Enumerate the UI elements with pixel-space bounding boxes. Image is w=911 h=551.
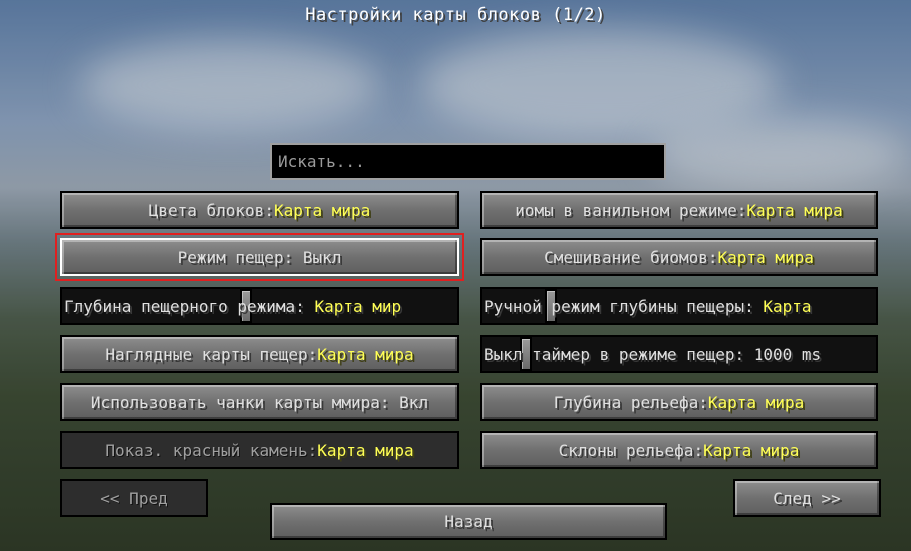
- screen-title: Настройки карты блоков (1/2): [305, 5, 606, 25]
- show-redstone-value: Карта мира: [317, 440, 414, 460]
- visual-cave-maps-label: Наглядные карты пещер:: [105, 344, 318, 364]
- block-colors-label: Цвета блоков:: [148, 200, 274, 220]
- biome-blending-value: Карта мира: [717, 247, 814, 267]
- use-world-map-chunks-button[interactable]: Использовать чанки карты ммира: Вкл: [60, 383, 459, 421]
- terrain-depth-button[interactable]: Глубина рельефа: Карта мира: [480, 383, 878, 421]
- cave-mode-depth-slider[interactable]: Глубина пещерного режима: Карта мир: [60, 287, 459, 325]
- show-redstone-label: Показ. красный камень:: [105, 440, 318, 460]
- block-colors-button[interactable]: Цвета блоков: Карта мира: [60, 191, 459, 229]
- biome-blending-label: Смешивание биомов:: [544, 247, 718, 267]
- show-redstone-button: Показ. красный камень: Карта мира: [60, 431, 459, 469]
- manual-cave-depth-slider[interactable]: Ручной режим глубины пещеры: Карта: [480, 287, 878, 325]
- terrain-slopes-label: Склоны рельефа:: [558, 440, 704, 460]
- cave-mode-depth-label: Глубина пещерного режима:: [64, 296, 315, 316]
- back-button[interactable]: Назад: [270, 503, 667, 540]
- terrain-depth-value: Карта мира: [707, 392, 805, 412]
- next-page-button[interactable]: След >>: [733, 479, 881, 517]
- visual-cave-maps-button[interactable]: Наглядные карты пещер: Карта мира: [60, 335, 459, 373]
- vanilla-biomes-label: иомы в ванильном режиме:: [515, 200, 747, 220]
- search-field[interactable]: [270, 143, 666, 180]
- cave-mode-label: Режим пещер: Выкл: [177, 247, 342, 267]
- terrain-slopes-button[interactable]: Склоны рельефа: Карта мира: [480, 431, 878, 469]
- cave-mode-depth-value: Карта мир: [314, 296, 402, 316]
- cave-mode-timer-slider[interactable]: Выкл таймер в режиме пещер: 1000 ms: [480, 335, 878, 373]
- manual-cave-depth-value: Карта: [763, 296, 812, 316]
- visual-cave-maps-value: Карта мира: [317, 344, 414, 364]
- terrain-depth-label: Глубина рельефа:: [553, 392, 708, 412]
- vanilla-biomes-value: Карта мира: [746, 200, 843, 220]
- cave-mode-timer-label: Выкл таймер в режиме пещер: 1000 ms: [484, 344, 822, 364]
- block-colors-value: Карта мира: [273, 200, 371, 220]
- biome-blending-button[interactable]: Смешивание биомов: Карта мира: [480, 238, 878, 276]
- use-world-map-chunks-label: Использовать чанки карты ммира: Вкл: [90, 392, 429, 412]
- manual-cave-depth-label: Ручной режим глубины пещеры:: [484, 296, 764, 316]
- prev-page-button: << Пред: [60, 479, 208, 517]
- terrain-slopes-value: Карта мира: [703, 440, 800, 460]
- cave-mode-button[interactable]: Режим пещер: Выкл: [55, 233, 464, 281]
- vanilla-biomes-button[interactable]: иомы в ванильном режиме: Карта мира: [480, 191, 878, 229]
- search-input[interactable]: [272, 145, 664, 178]
